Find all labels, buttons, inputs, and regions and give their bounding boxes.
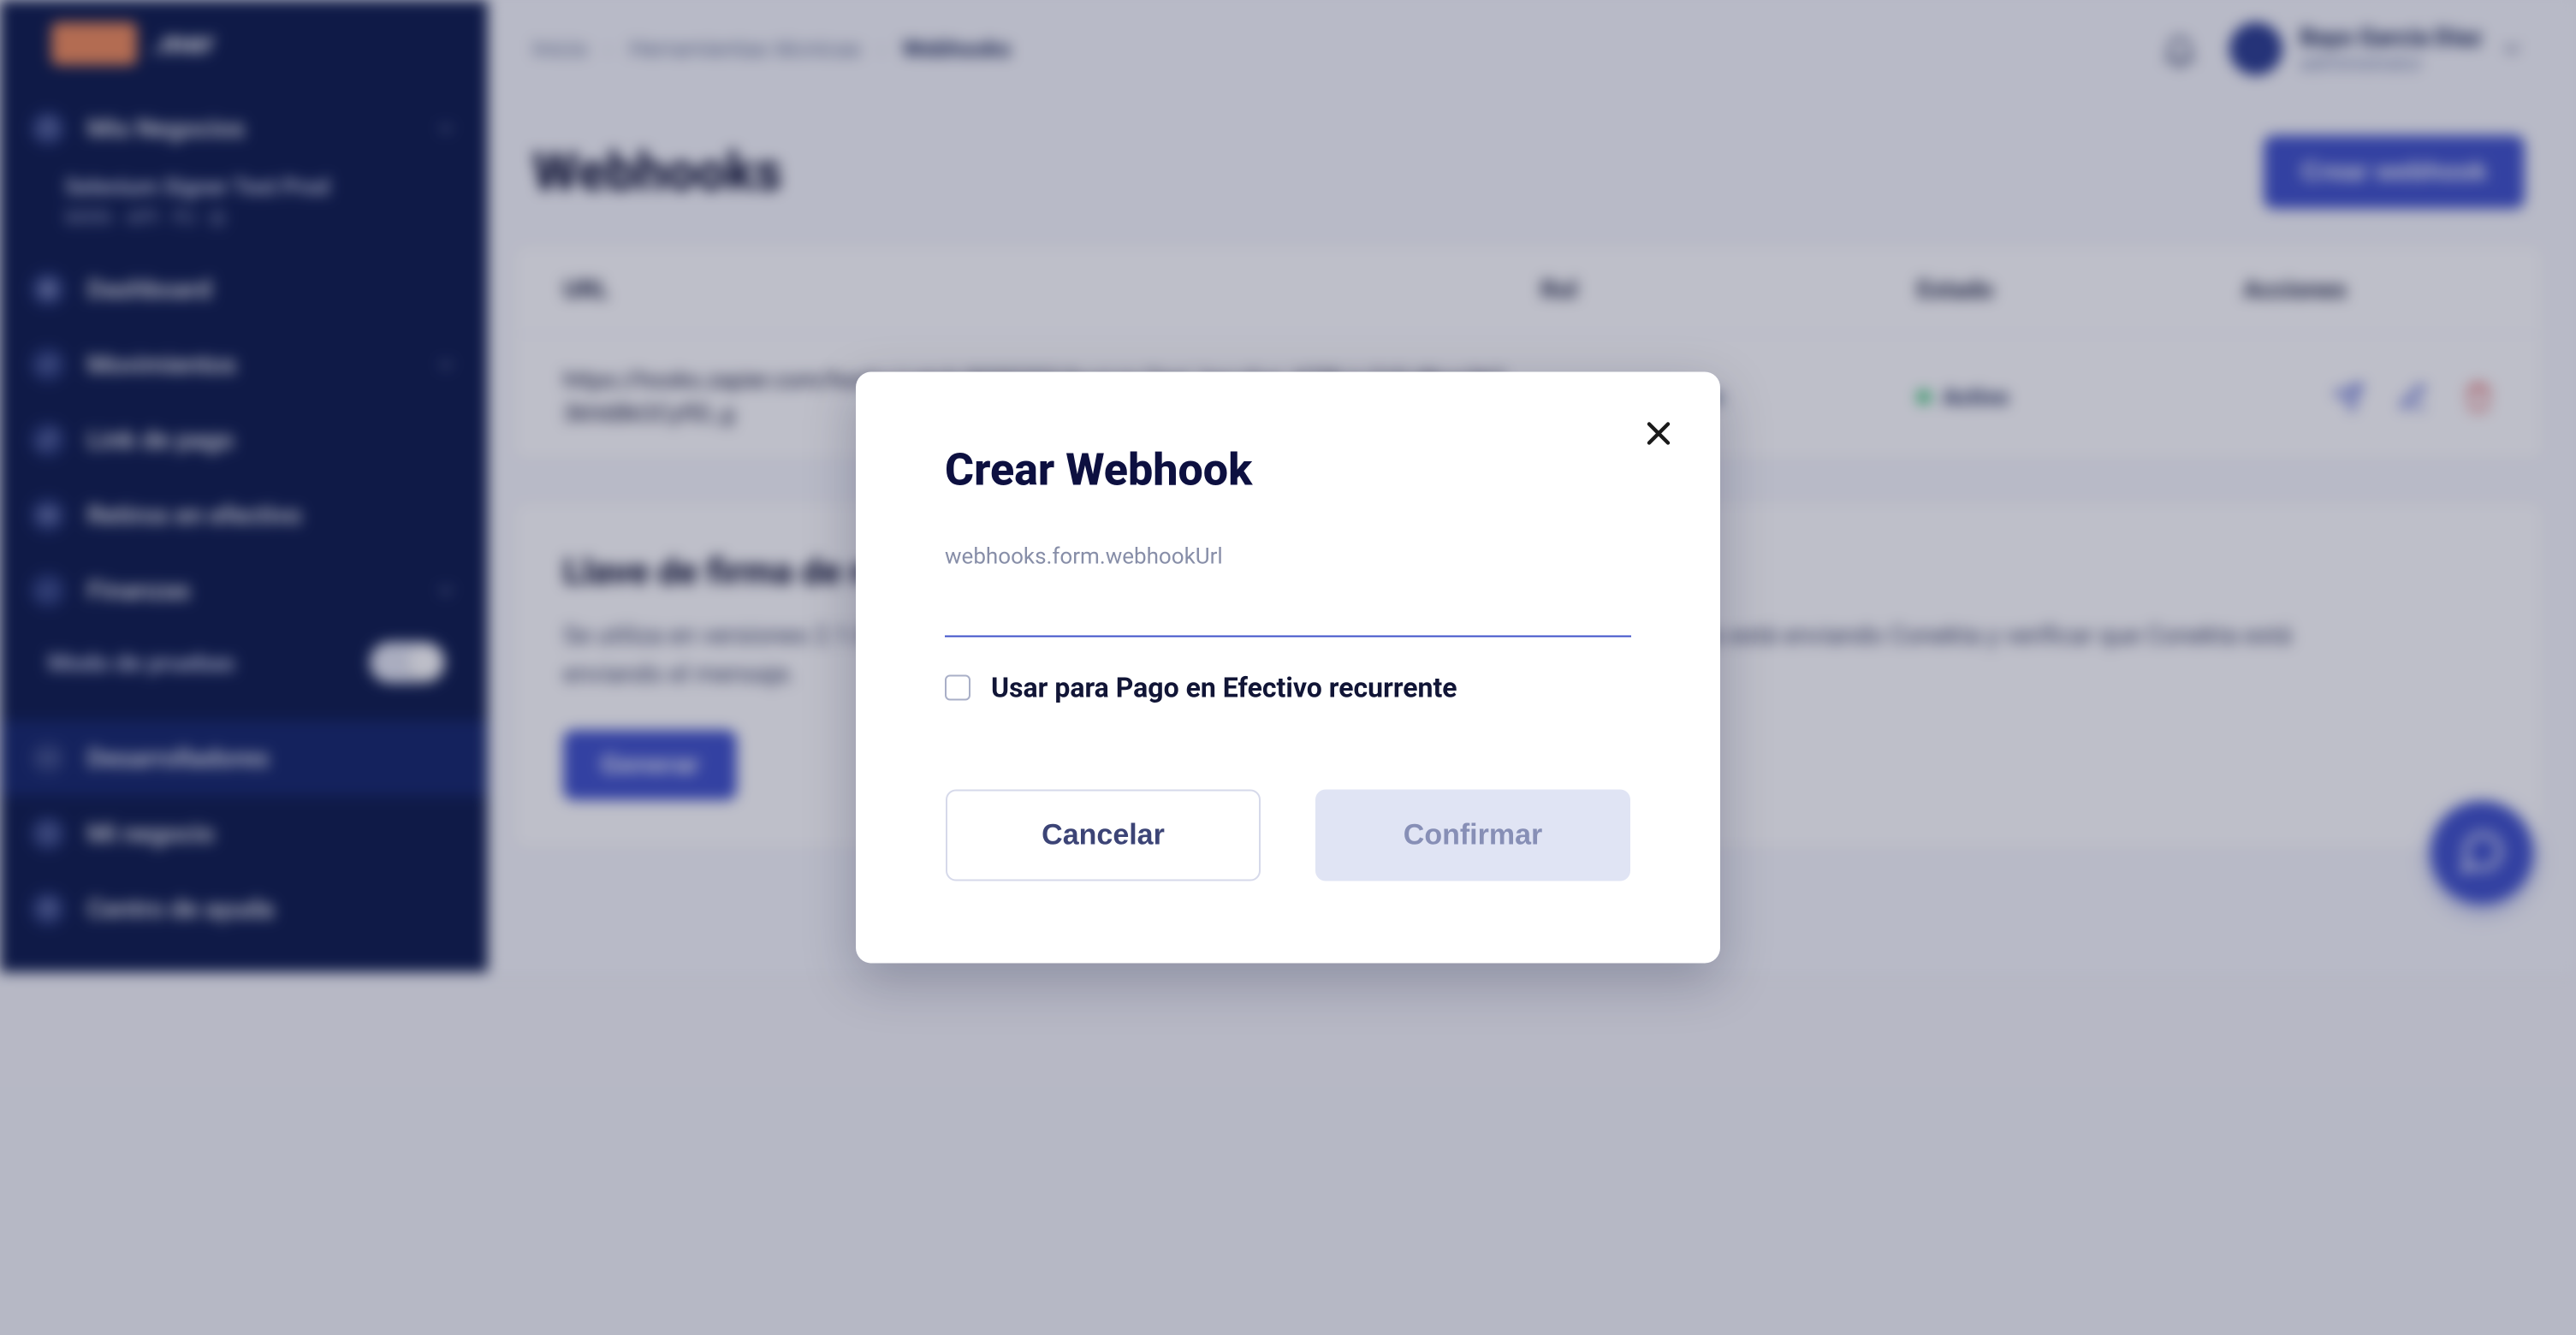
close-icon[interactable] xyxy=(1640,415,1677,453)
cancel-button[interactable]: Cancelar xyxy=(946,790,1261,881)
webhook-url-input[interactable] xyxy=(945,570,1631,638)
create-webhook-modal: Crear Webhook webhooks.form.webhookUrl U… xyxy=(856,372,1720,964)
confirm-button[interactable]: Confirmar xyxy=(1315,790,1630,881)
recurring-cash-checkbox[interactable] xyxy=(945,675,970,701)
webhook-url-label: webhooks.form.webhookUrl xyxy=(945,544,1631,570)
recurring-cash-label: Usar para Pago en Efectivo recurrente xyxy=(991,672,1457,704)
modal-title: Crear Webhook xyxy=(945,444,1631,496)
